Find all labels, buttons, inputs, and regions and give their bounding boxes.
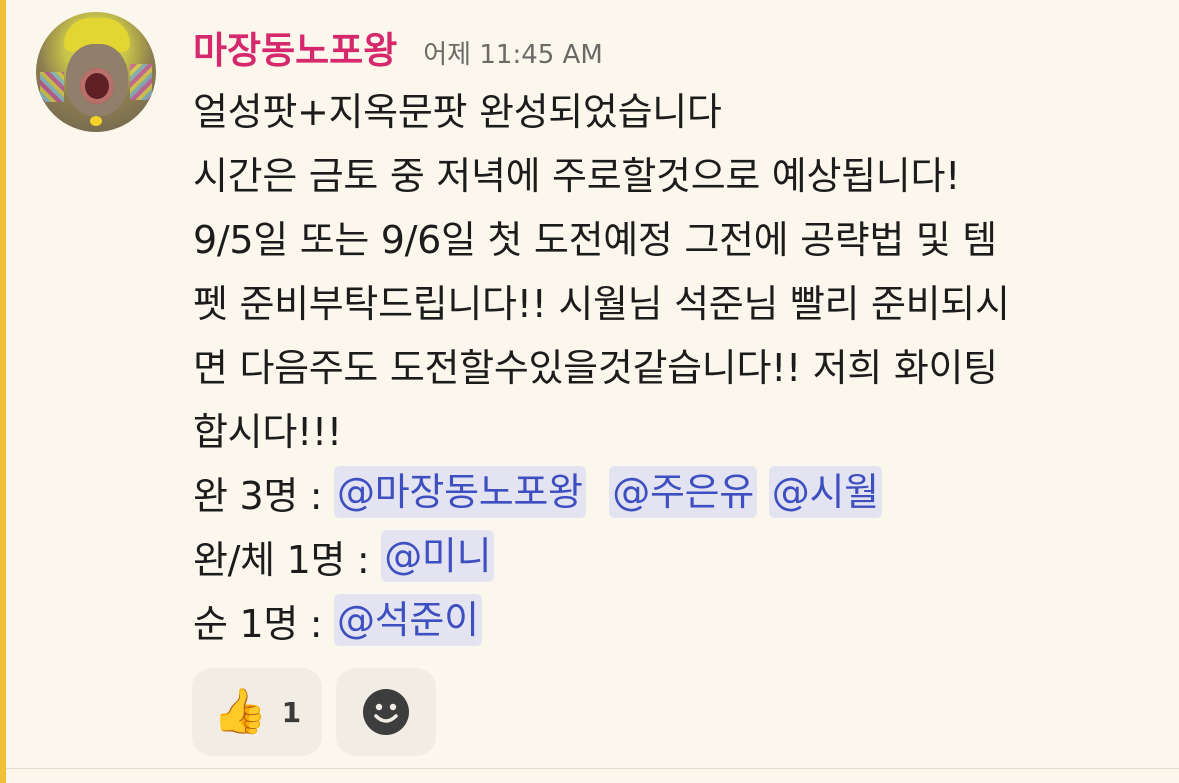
message-line: 펫 준비부탁드립니다!! 시월님 석준님 빨리 준비되시	[193, 282, 1010, 326]
message-line: 9/5일 또는 9/6일 첫 도전예정 그전에 공략법 및 템	[193, 218, 997, 262]
message-line: 합시다!!!	[193, 410, 342, 454]
highlight-bar	[0, 0, 6, 783]
message-header: 마장동노포왕 어제 11:45 AM	[193, 20, 603, 76]
message-line: 면 다음주도 도전할수있을것같습니다!! 저희 화이팅	[193, 346, 998, 390]
user-mention[interactable]: @마장동노포왕	[334, 466, 586, 518]
chat-message: 마장동노포왕 어제 11:45 AM 얼성팟+지옥문팟 완성되었습니다 시간은 …	[0, 0, 1179, 783]
message-line: 시간은 금토 중 저녁에 주로할것으로 예상됩니다!	[193, 154, 961, 198]
user-mention[interactable]: @주은유	[609, 466, 757, 518]
roster-prefix: 완/체 1명 :	[193, 538, 382, 582]
roster-line: 완/체 1명 : @미니	[193, 528, 1163, 592]
thumbs-up-icon: 👍	[212, 686, 268, 737]
reaction-count: 1	[281, 695, 302, 729]
avatar-mouth	[80, 68, 114, 104]
add-reaction-button[interactable]	[336, 668, 436, 756]
user-mention[interactable]: @미니	[381, 530, 495, 582]
author-name[interactable]: 마장동노포왕	[193, 20, 397, 74]
roster-line: 순 1명 : @석준이	[193, 592, 1163, 656]
user-mention[interactable]: @시월	[768, 466, 882, 518]
avatar-background-right	[130, 64, 152, 100]
message-line: 얼성팟+지옥문팟 완성되었습니다	[193, 90, 722, 134]
divider	[6, 768, 1179, 769]
reaction-thumbs-up[interactable]: 👍 1	[192, 668, 322, 756]
avatar[interactable]	[36, 12, 156, 132]
reaction-bar: 👍 1	[192, 668, 436, 756]
avatar-background-left	[40, 72, 64, 102]
message-body: 얼성팟+지옥문팟 완성되었습니다 시간은 금토 중 저녁에 주로할것으로 예상됩…	[193, 80, 1163, 656]
user-mention[interactable]: @석준이	[334, 594, 482, 646]
roster-line: 완 3명 : @마장동노포왕 @주은유 @시월	[193, 464, 1163, 528]
smiley-icon	[363, 689, 409, 735]
avatar-chick	[90, 116, 102, 126]
roster-prefix: 완 3명 :	[193, 474, 335, 518]
message-timestamp[interactable]: 어제 11:45 AM	[423, 34, 603, 71]
roster-prefix: 순 1명 :	[193, 602, 335, 646]
